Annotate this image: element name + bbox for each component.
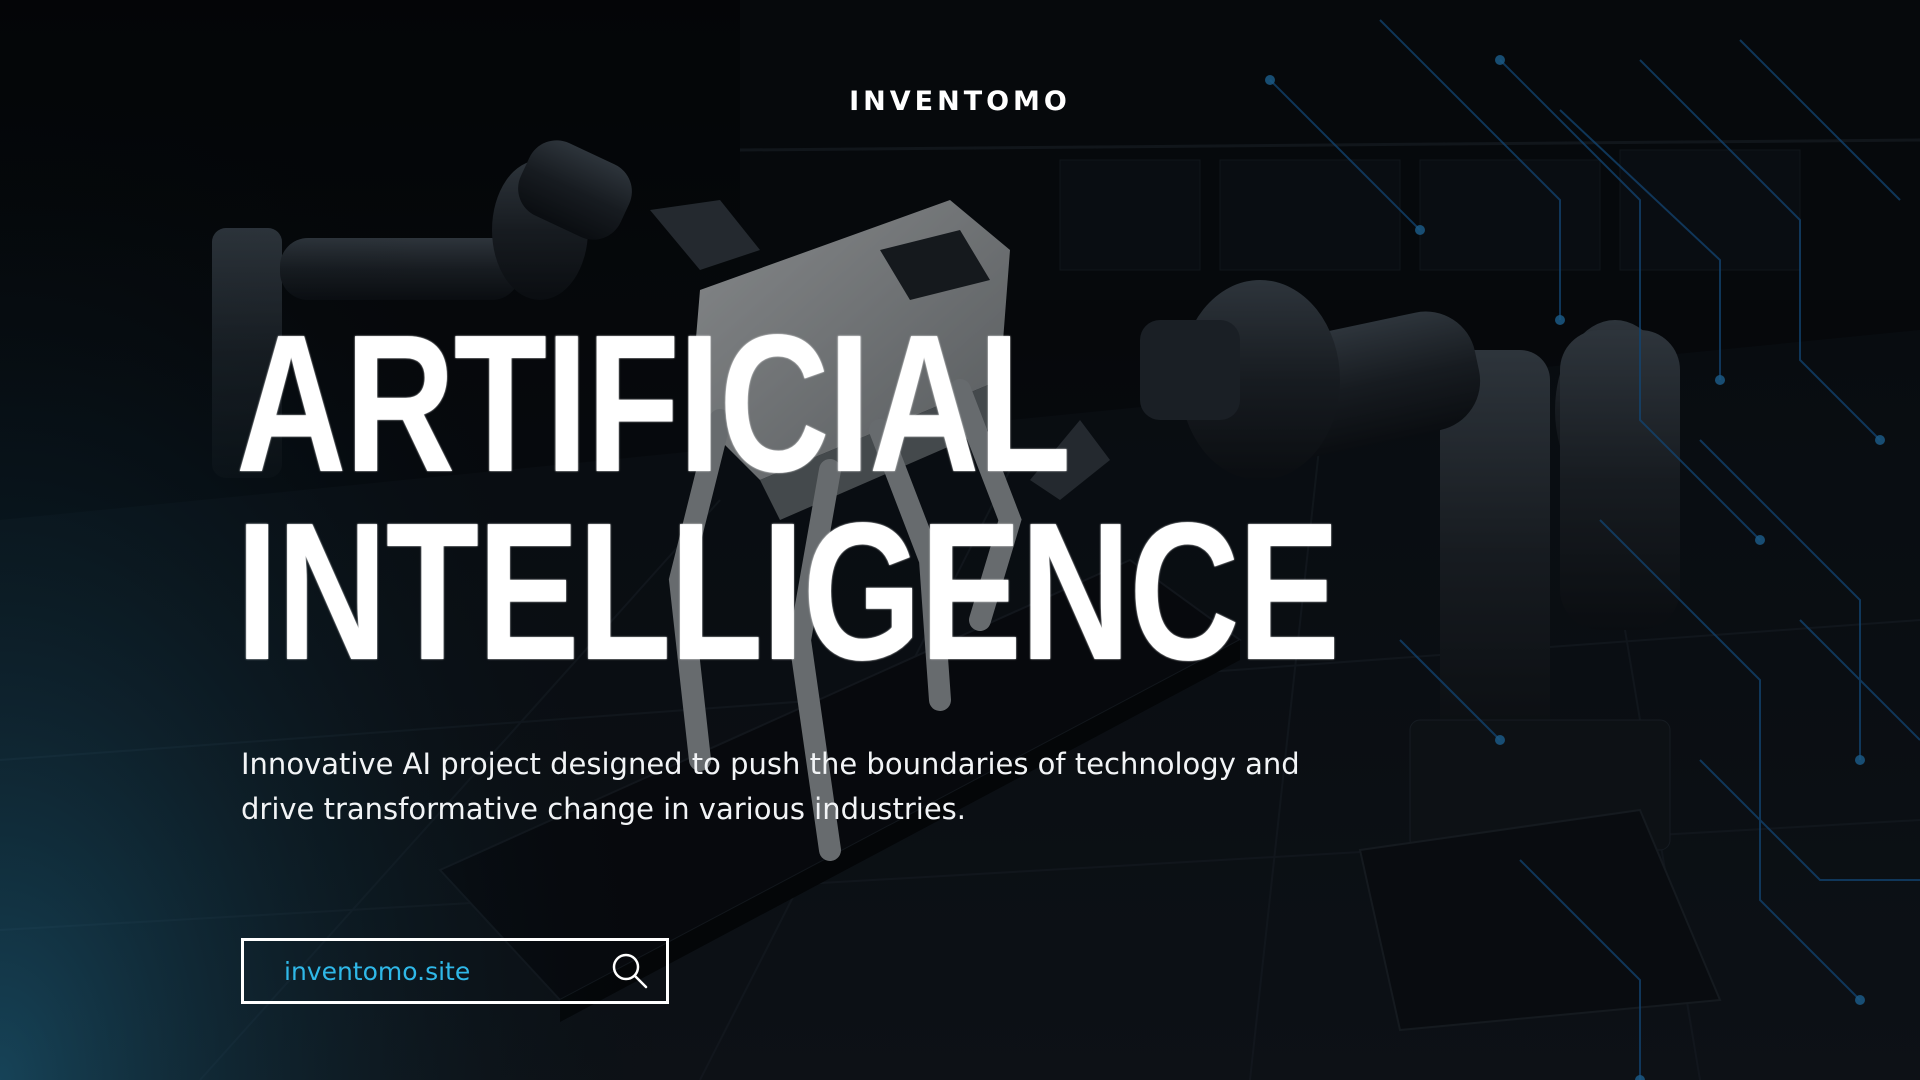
hero-description: Innovative AI project designed to push t… <box>241 747 1300 826</box>
brand-logo: INVENTOMO <box>849 86 1071 117</box>
title-line-2: INTELLIGENCE <box>236 482 1340 701</box>
website-search-box[interactable]: inventomo.site <box>241 938 669 1004</box>
page-title: ARTIFICIAL INTELLIGENCE <box>236 294 1340 701</box>
search-icon[interactable] <box>610 951 650 991</box>
title-line-1: ARTIFICIAL <box>236 294 1071 513</box>
website-url-text: inventomo.site <box>284 956 471 986</box>
hero-slide: INVENTOMO ARTIFICIAL INTELLIGENCE Innova… <box>0 0 1920 1080</box>
